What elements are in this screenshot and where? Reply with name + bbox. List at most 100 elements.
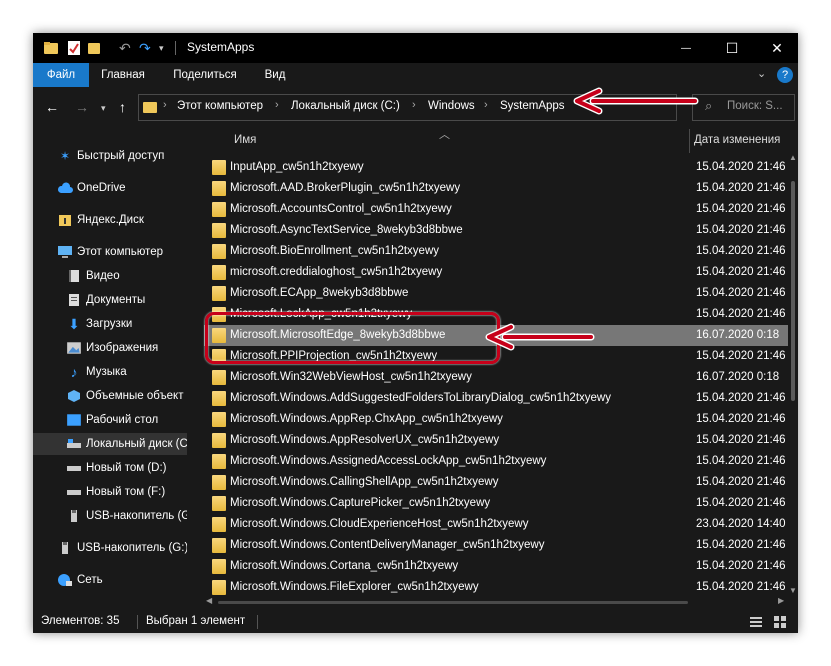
folder-icon [212, 538, 226, 553]
sidebar-item-usb-g[interactable]: USB-накопитель (G [33, 505, 187, 527]
up-button[interactable]: ↑ [119, 99, 126, 115]
folder-icon [212, 496, 226, 511]
table-row[interactable]: Microsoft.Windows.AddSuggestedFoldersToL… [204, 388, 788, 409]
navigation-pane: ✶ Быстрый доступ OneDrive Яндекс.Диск Эт… [33, 129, 187, 609]
file-date: 15.04.2020 21:46 [696, 581, 786, 593]
file-list: ︿ Имя Дата изменения InputApp_cw5n1h2txy… [204, 129, 788, 609]
table-row[interactable]: Microsoft.Windows.CloudExperienceHost_cw… [204, 514, 788, 535]
sidebar-item-usb-g-root[interactable]: USB-накопитель (G:) [33, 537, 187, 559]
folder-icon [212, 160, 226, 175]
table-row[interactable]: Microsoft.BioEnrollment_cw5n1h2txyewy 15.… [204, 241, 788, 262]
column-divider[interactable] [689, 129, 690, 153]
sidebar-item-new-volume-f[interactable]: Новый том (F:) [33, 481, 187, 503]
file-date: 15.04.2020 21:46 [696, 266, 786, 278]
minimize-button[interactable]: — [663, 33, 709, 63]
table-row[interactable]: Microsoft.Windows.ContentDeliveryManager… [204, 535, 788, 556]
scroll-right-icon[interactable]: ▶ [778, 596, 784, 605]
tab-share[interactable]: Поделиться [165, 63, 245, 87]
details-view-icon[interactable] [749, 615, 763, 629]
table-row[interactable]: microsoft.creddialoghost_cw5n1h2txyewy 15… [204, 262, 788, 283]
table-row[interactable]: Microsoft.AccountsControl_cw5n1h2txyewy 1… [204, 199, 788, 220]
title-bar: ↶ ↷ ▾ SystemApps — ☐ ✕ [33, 33, 798, 63]
breadcrumb-windows[interactable]: Windows [428, 100, 475, 112]
column-header-name[interactable]: Имя [234, 134, 256, 146]
table-row[interactable]: Microsoft.Windows.CallingShellApp_cw5n1h… [204, 472, 788, 493]
maximize-button[interactable]: ☐ [709, 33, 755, 63]
table-row[interactable]: Microsoft.Windows.AssignedAccessLockApp_… [204, 451, 788, 472]
forward-button[interactable]: → [75, 99, 89, 115]
table-row[interactable]: Microsoft.Windows.Cortana_cw5n1h2txyewy 1… [204, 556, 788, 577]
close-icon: ✕ [771, 39, 783, 56]
folder-icon [212, 181, 226, 196]
sidebar-item-music[interactable]: ♪ Музыка [33, 361, 187, 383]
customize-toolbar-button[interactable]: ▾ [159, 39, 164, 57]
sidebar-item-desktop[interactable]: Рабочий стол [33, 409, 187, 431]
sidebar-item-pictures[interactable]: Изображения [33, 337, 187, 359]
sidebar-item-this-pc[interactable]: Этот компьютер [33, 241, 187, 263]
large-icons-view-icon[interactable] [773, 615, 787, 629]
arrow-left-icon: ← [45, 99, 59, 115]
file-name: Microsoft.Windows.FileExplorer_cw5n1h2tx… [230, 581, 479, 593]
tab-home[interactable]: Главная [93, 63, 153, 87]
table-row[interactable]: Microsoft.Windows.CapturePicker_cw5n1h2t… [204, 493, 788, 514]
tab-view[interactable]: Вид [255, 63, 295, 87]
table-row[interactable]: Microsoft.ECApp_8wekyb3d8bbwe 15.04.2020 … [204, 283, 788, 304]
scrollbar-thumb[interactable] [218, 601, 688, 604]
sidebar-item-network[interactable]: Сеть [33, 569, 187, 591]
breadcrumb-local-disk[interactable]: Локальный диск (C:) [291, 100, 400, 112]
horizontal-scrollbar[interactable]: ◀ ▶ [204, 596, 788, 608]
breadcrumb-this-pc[interactable]: Этот компьютер [177, 100, 263, 112]
recent-locations-button[interactable]: ▾ [101, 103, 106, 114]
back-button[interactable]: ← [45, 99, 59, 115]
breadcrumb-systemapps[interactable]: SystemApps [500, 100, 565, 112]
folder-icon [212, 517, 226, 532]
downloads-icon: ⬇ [68, 315, 80, 332]
properties-button[interactable] [67, 39, 81, 57]
file-date: 16.07.2020 0:18 [696, 329, 780, 341]
file-date: 15.04.2020 21:46 [696, 413, 786, 425]
table-row[interactable]: InputApp_cw5n1h2txyewy 15.04.2020 21:46 [204, 157, 788, 178]
sidebar-item-local-disk-c[interactable]: Локальный диск (С [33, 433, 187, 455]
scrollbar-thumb[interactable] [791, 181, 795, 401]
sidebar-item-3d-objects[interactable]: Объемные объект [33, 385, 187, 407]
sidebar-item-new-volume-d[interactable]: Новый том (D:) [33, 457, 187, 479]
search-input[interactable]: Поиск: S... [727, 100, 783, 112]
table-row[interactable]: Microsoft.AAD.BrokerPlugin_cw5n1h2txyewy… [204, 178, 788, 199]
sidebar-item-documents[interactable]: Документы [33, 289, 187, 311]
column-header-date[interactable]: Дата изменения [694, 134, 780, 146]
new-folder-button[interactable] [87, 39, 101, 57]
undo-button[interactable]: ↶ [119, 39, 131, 57]
yandex-disk-icon [59, 215, 71, 226]
tab-file[interactable]: Файл [33, 63, 89, 87]
table-row[interactable]: Microsoft.Windows.AppRep.ChxApp_cw5n1h2t… [204, 409, 788, 430]
table-row[interactable]: Microsoft.Win32WebViewHost_cw5n1h2txyewy… [204, 367, 788, 388]
help-button[interactable]: ? [777, 67, 793, 83]
sidebar-item-quick-access[interactable]: ✶ Быстрый доступ [33, 145, 187, 167]
table-row[interactable]: Microsoft.Windows.AppResolverUX_cw5n1h2t… [204, 430, 788, 451]
file-name: Microsoft.Windows.ContentDeliveryManager… [230, 539, 545, 551]
vertical-scrollbar[interactable]: ▲ ▼ [788, 153, 798, 599]
scroll-left-icon[interactable]: ◀ [206, 596, 212, 605]
redo-icon: ↷ [139, 39, 151, 56]
chevron-down-icon: ▾ [159, 42, 164, 53]
table-row[interactable]: Microsoft.AsyncTextService_8wekyb3d8bbwe… [204, 220, 788, 241]
close-button[interactable]: ✕ [754, 33, 798, 63]
folder-icon [212, 454, 226, 469]
cloud-icon [57, 182, 73, 193]
redo-button[interactable]: ↷ [139, 39, 151, 57]
sidebar-item-downloads[interactable]: ⬇ Загрузки [33, 313, 187, 335]
3d-objects-icon [68, 390, 80, 402]
sidebar-item-label: Быстрый доступ [77, 150, 165, 162]
sidebar-item-yandex-disk[interactable]: Яндекс.Диск [33, 209, 187, 231]
sidebar-item-videos[interactable]: Видео [33, 265, 187, 287]
table-row[interactable]: Microsoft.Windows.FileExplorer_cw5n1h2tx… [204, 577, 788, 598]
file-date: 15.04.2020 21:46 [696, 392, 786, 404]
scroll-down-icon[interactable]: ▼ [788, 586, 798, 595]
sidebar-item-onedrive[interactable]: OneDrive [33, 177, 187, 199]
sidebar-item-label: Яндекс.Диск [77, 214, 144, 226]
search-box[interactable]: ⌕ Поиск: S... [692, 94, 795, 121]
expand-ribbon-button[interactable]: ⌄ [757, 67, 766, 80]
scroll-up-icon[interactable]: ▲ [788, 153, 798, 162]
breadcrumb-separator-icon: › [412, 99, 416, 111]
file-date: 15.04.2020 21:46 [696, 497, 786, 509]
